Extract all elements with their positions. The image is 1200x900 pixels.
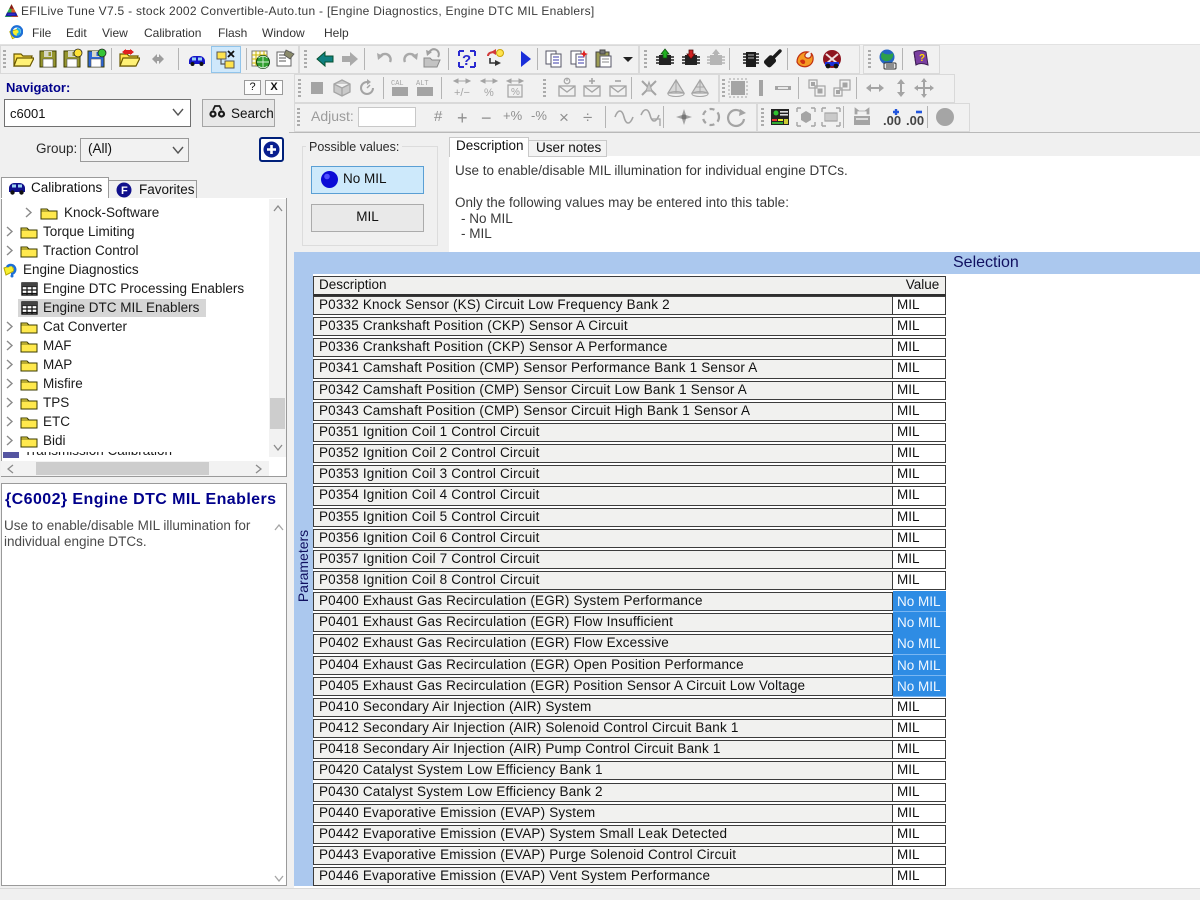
- svg-text:ALT: ALT: [416, 80, 429, 88]
- svg-text:?: ?: [462, 52, 471, 69]
- svg-text:%: %: [511, 87, 520, 98]
- svg-text:.00: .00: [883, 113, 901, 128]
- svg-text:.00: .00: [906, 113, 924, 128]
- svg-text:CAL: CAL: [391, 80, 404, 88]
- svg-text:+/−: +/−: [454, 87, 470, 99]
- svg-text:F: F: [121, 185, 128, 197]
- svg-text:%: %: [484, 87, 494, 99]
- svg-text:?: ?: [919, 53, 925, 64]
